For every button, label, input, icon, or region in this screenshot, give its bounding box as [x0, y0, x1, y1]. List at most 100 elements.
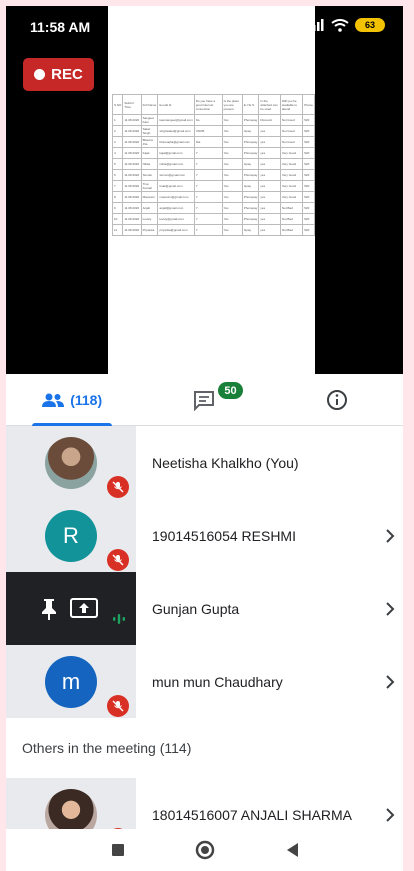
- participant-row[interactable]: m mun mun Chaudhary: [6, 645, 403, 718]
- sheet-cell: Not: [193, 136, 223, 148]
- avatar-letter: R: [63, 522, 79, 548]
- sheet-cell: Yes: [221, 158, 243, 170]
- sheet-cell: kaursangeet@gmail.com: [157, 114, 195, 126]
- sheet-cell: 520: [302, 191, 315, 203]
- sheet-cell: Phonepay: [241, 213, 260, 225]
- sheet-cell: yes: [258, 136, 281, 148]
- sheet-cell: 11.08.2020: [122, 180, 142, 192]
- sheet-cell: yes: [258, 158, 281, 170]
- sheet-cell: Yes: [221, 224, 243, 236]
- tab-chat[interactable]: [138, 374, 270, 425]
- sheet-cell: anjali@gmail.com: [157, 202, 195, 214]
- home-icon[interactable]: [195, 840, 215, 860]
- sheet-cell: 11.08.2020: [122, 224, 142, 236]
- sheet-cell: Yes: [221, 169, 243, 181]
- sheet-cell: 520: [302, 169, 315, 181]
- sheet-cell: Very Good: [279, 169, 304, 181]
- tab-people[interactable]: (118): [6, 374, 138, 426]
- sheet-row: 5 11.08.2020 Nikita nikita@gmail.com Y Yes Gpa…: [111, 158, 315, 170]
- sheet-cell: Yes: [221, 136, 243, 148]
- sheet-cell: Not Bad: [279, 224, 304, 236]
- participant-name: Gunjan Gupta: [152, 600, 240, 617]
- sheet-cell: Saket Singh: [140, 125, 159, 137]
- pin-icon[interactable]: [40, 598, 58, 620]
- sheet-cell: Bhavna Jha: [140, 136, 159, 148]
- chevron-right-icon[interactable]: [385, 645, 395, 718]
- sheet-cell: 11: [111, 224, 124, 236]
- sheet-cell: 11.08.2020: [122, 169, 142, 181]
- recording-indicator: REC: [23, 58, 94, 91]
- sheet-cell: Y: [193, 213, 223, 225]
- audio-level-icon: [113, 614, 125, 624]
- sheet-cell: 520: [302, 147, 315, 159]
- participant-tile: [6, 426, 136, 499]
- sheet-cell: Phonepay: [241, 202, 260, 214]
- mic-off-icon: [107, 549, 129, 571]
- sheet-cell: Kajal: [140, 147, 159, 159]
- sheet-cell: 11.08.2020: [122, 158, 142, 170]
- sheet-cell: Discount: [258, 114, 281, 126]
- sheet-cell: yes: [258, 125, 281, 137]
- sheet-cell: Tina Kumari: [140, 180, 159, 192]
- sheet-row: 2 11.08.2020 Saket Singh singhsaket@gmail.c…: [111, 125, 315, 137]
- sheet-cell: yes: [258, 147, 281, 159]
- presentation-view[interactable]: 11:58 AM 63 REC S.NO Submit Time Full Name…: [6, 6, 403, 374]
- participant-name: Neetisha Khalkho (You): [152, 454, 299, 471]
- participant-tile: [6, 572, 136, 645]
- sheet-cell: Gpay: [241, 125, 260, 137]
- sheet-cell: 11.08.2020: [122, 114, 142, 126]
- sheet-row: 3 11.08.2020 Bhavna Jha bhavnajha@gmail.com…: [111, 136, 315, 148]
- sheet-cell: Lovely: [140, 213, 159, 225]
- chevron-right-icon[interactable]: [385, 572, 395, 645]
- sheet-cell: Yes: [221, 147, 243, 159]
- sheet-cell: Priyanka: [140, 224, 159, 236]
- sheet-cell: No: [193, 114, 223, 126]
- sheet-cell: simran@gmail.com: [157, 169, 195, 181]
- sheet-cell: Simran: [140, 169, 159, 181]
- avatar: [45, 436, 97, 489]
- sheet-cell: priyanka@gmail.com: [157, 224, 195, 236]
- recents-icon[interactable]: [111, 843, 125, 857]
- sheet-row: 4 11.08.2020 Kajal kajal@gmail.com Y Yes Phone…: [111, 147, 315, 159]
- sheet-cell: Yes: [221, 213, 243, 225]
- sheet-row: 8 11.08.2020 Mausumi mausumi@gmail.com Y Yes P…: [111, 191, 315, 203]
- sheet-cell: Phonepay: [241, 147, 260, 159]
- sheet-cell: 11.08.2020: [122, 125, 142, 137]
- record-dot-icon: [34, 69, 46, 80]
- sheet-cell: Y: [193, 169, 223, 181]
- sheet-header-cell: Is the place you are present: [221, 94, 243, 115]
- tab-info[interactable]: [271, 374, 403, 425]
- sheet-header-cell: Do you have a good internet connection: [193, 94, 223, 115]
- sheet-cell: yes: [258, 213, 281, 225]
- sheet-cell: Yes: [221, 114, 243, 126]
- shared-document: S.NO Submit Time Full Name E-mail Id Do you …: [108, 6, 315, 374]
- sheet-cell: Not Good: [279, 136, 304, 148]
- sheet-cell: 4: [111, 147, 124, 159]
- sheet-cell: yes: [258, 191, 281, 203]
- battery-icon: 63: [355, 18, 385, 32]
- participant-row[interactable]: Gunjan Gupta: [6, 572, 403, 645]
- sheet-cell: Phonepay: [241, 114, 260, 126]
- sheet-cell: Not Good: [279, 125, 304, 137]
- sheet-cell: Y: [193, 191, 223, 203]
- chevron-right-icon[interactable]: [385, 499, 395, 572]
- sheet-cell: Nikita: [140, 158, 159, 170]
- info-icon: [326, 389, 347, 410]
- sheet-cell: yes: [258, 202, 281, 214]
- sheet-cell: yes: [258, 224, 281, 236]
- sheet-cell: 10: [111, 213, 124, 225]
- sheet-cell: Y: [193, 158, 223, 170]
- sheet-cell: 520: [302, 125, 315, 137]
- participant-row[interactable]: R 19014516054 RESHMI: [6, 499, 403, 572]
- sheet-header-cell: S.NO: [111, 94, 124, 115]
- participant-row[interactable]: Neetisha Khalkho (You): [6, 426, 403, 499]
- sheet-cell: 11.08.2020: [122, 191, 142, 203]
- sheet-cell: nikita@gmail.com: [157, 158, 195, 170]
- back-icon[interactable]: [285, 842, 299, 858]
- sheet-cell: Phonepay: [241, 191, 260, 203]
- sheet-cell: Phonepay: [241, 136, 260, 148]
- sheet-cell: Gpay: [241, 224, 260, 236]
- participant-name: 19014516054 RESHMI: [152, 527, 296, 544]
- avatar: m: [45, 655, 97, 708]
- shared-spreadsheet: S.NO Submit Time Full Name E-mail Id Do you …: [111, 94, 315, 236]
